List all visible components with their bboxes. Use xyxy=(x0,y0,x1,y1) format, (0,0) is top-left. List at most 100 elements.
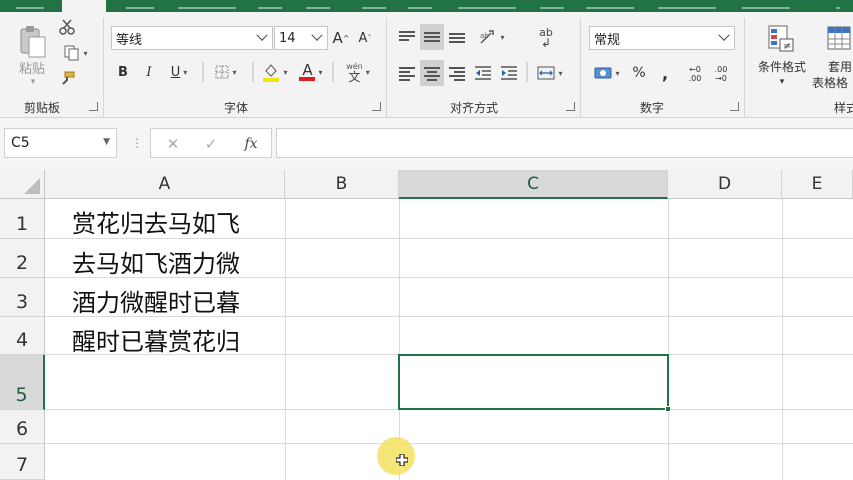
formula-input[interactable] xyxy=(276,128,853,158)
paste-dropdown-icon[interactable]: ▾ xyxy=(18,76,48,88)
percent-style-button[interactable]: % xyxy=(628,62,650,84)
lightbulb-icon[interactable] xyxy=(830,0,846,12)
tab-view[interactable] xyxy=(402,0,438,12)
chevron-down-icon[interactable]: ▼ xyxy=(103,137,110,147)
copy-icon[interactable]: ▾ xyxy=(58,44,94,62)
format-as-table-label-line2[interactable]: 表格格 xyxy=(812,74,853,90)
tab-page-layout[interactable] xyxy=(172,0,242,12)
number-dialog-launcher-icon[interactable] xyxy=(730,102,739,111)
underline-label: U xyxy=(170,64,181,80)
borders-button[interactable]: ▾ xyxy=(208,62,244,82)
ribbon: 粘贴 ▾ ▾ 剪贴板 等线 14 A ^ Aˇ B I U ▾ ▾ ▾ A ▾ … xyxy=(0,12,853,122)
row-header-5[interactable]: 5 xyxy=(0,355,45,410)
font-dialog-launcher-icon[interactable] xyxy=(372,102,381,111)
fill-handle[interactable] xyxy=(665,406,671,412)
column-header-d[interactable]: D xyxy=(668,170,782,199)
column-header-a[interactable]: A xyxy=(45,170,285,199)
font-size-value: 14 xyxy=(279,30,296,46)
row-header-4[interactable]: 4 xyxy=(0,317,45,355)
divider xyxy=(526,62,528,82)
row-header-2[interactable]: 2 xyxy=(0,239,45,278)
font-name-value: 等线 xyxy=(116,32,143,48)
tab-file[interactable] xyxy=(10,0,50,12)
italic-button[interactable]: I xyxy=(140,62,158,82)
cut-icon[interactable] xyxy=(58,18,76,36)
font-color-button[interactable]: A ▾ xyxy=(294,60,328,84)
column-header-e[interactable]: E xyxy=(782,170,853,199)
row-header-6[interactable]: 6 xyxy=(0,410,45,444)
row-header-3[interactable]: 3 xyxy=(0,278,45,317)
cell-a4[interactable]: 醒时已暮赏花归 xyxy=(72,322,240,357)
font-name-select[interactable]: 等线 xyxy=(111,26,273,50)
enter-icon[interactable]: ✓ xyxy=(199,133,223,155)
conditional-format-icon[interactable]: ≠ xyxy=(764,22,798,54)
number-format-select[interactable]: 常规 xyxy=(589,26,735,50)
tab-review[interactable] xyxy=(356,0,392,12)
cell-a3[interactable]: 酒力微醒时已暮 xyxy=(72,283,240,318)
align-middle-icon[interactable] xyxy=(420,24,444,50)
format-as-table-icon[interactable] xyxy=(822,22,853,54)
shrink-font-button[interactable]: Aˇ xyxy=(355,28,375,48)
tab-help[interactable] xyxy=(534,0,570,12)
borders-icon xyxy=(215,65,229,79)
font-color-swatch xyxy=(299,77,316,81)
clipboard-dialog-launcher-icon[interactable] xyxy=(89,102,98,111)
increase-decimal-button[interactable]: ←0.00 xyxy=(684,62,706,86)
comma-style-button[interactable]: , xyxy=(656,62,674,84)
cell-select-cursor-icon xyxy=(396,454,408,466)
decrease-indent-icon[interactable] xyxy=(472,62,494,84)
group-divider xyxy=(580,18,581,122)
tab-insert[interactable] xyxy=(120,0,160,12)
tab-team[interactable] xyxy=(652,0,722,12)
merge-center-button[interactable]: ▾ xyxy=(532,62,568,84)
decrease-decimal-button[interactable]: .00 →0 xyxy=(710,62,732,86)
chevron-down-icon[interactable] xyxy=(307,27,327,49)
tab-addin[interactable] xyxy=(580,0,640,12)
name-box[interactable]: C5 ▼ xyxy=(4,128,117,158)
wrap-text-button[interactable]: ab ↲ xyxy=(528,24,564,52)
bold-button[interactable]: B xyxy=(114,62,132,82)
underline-button[interactable]: U ▾ xyxy=(164,62,194,82)
cell-a1[interactable]: 赏花归去马如飞 xyxy=(72,204,240,239)
cancel-icon[interactable]: ✕ xyxy=(161,133,185,155)
formula-bar-grip-icon[interactable]: ⋮ xyxy=(131,136,143,150)
tab-data[interactable] xyxy=(300,0,336,12)
font-size-select[interactable]: 14 xyxy=(274,26,328,50)
fill-color-button[interactable]: ▾ xyxy=(258,60,292,84)
column-header-c[interactable]: C xyxy=(399,170,668,199)
paste-icon[interactable] xyxy=(14,22,50,62)
group-divider xyxy=(386,18,387,122)
decrease-decimal-label: .00 xyxy=(714,65,728,74)
styles-group-label: 样式 xyxy=(834,101,853,115)
row-header-1[interactable]: 1 xyxy=(0,199,45,239)
format-painter-icon[interactable] xyxy=(58,70,76,88)
align-center-icon[interactable] xyxy=(420,60,444,86)
column-header-b[interactable]: B xyxy=(285,170,399,199)
tab-search[interactable] xyxy=(736,0,796,12)
insert-function-icon[interactable]: fx xyxy=(237,133,265,155)
conditional-format-label[interactable]: 条件格式 xyxy=(752,58,812,74)
conditional-format-dropdown-icon[interactable]: ▾ xyxy=(772,76,792,88)
cell-a2[interactable]: 去马如飞酒力微 xyxy=(72,244,240,279)
chevron-down-icon[interactable] xyxy=(714,27,734,49)
align-bottom-icon[interactable] xyxy=(446,26,468,48)
orientation-icon[interactable]: ab ▾ xyxy=(476,26,508,48)
tab-formulas[interactable] xyxy=(252,0,288,12)
alignment-dialog-launcher-icon[interactable] xyxy=(566,102,575,111)
tab-developer[interactable] xyxy=(452,0,522,12)
align-right-icon[interactable] xyxy=(446,62,468,84)
increase-indent-icon[interactable] xyxy=(498,62,520,84)
paste-label[interactable]: 粘贴 xyxy=(12,58,52,77)
phonetic-button[interactable]: wén 文 ▾ xyxy=(340,60,376,84)
chevron-down-icon[interactable] xyxy=(252,27,272,49)
row-header-7[interactable]: 7 xyxy=(0,444,45,480)
grow-font-button[interactable]: A ^ xyxy=(331,28,351,48)
tab-home[interactable] xyxy=(62,0,106,12)
align-top-icon[interactable] xyxy=(396,26,418,48)
accounting-format-button[interactable]: ▾ xyxy=(590,62,624,84)
active-cell-c5[interactable] xyxy=(398,354,671,412)
ribbon-tab-bar xyxy=(0,0,853,12)
format-as-table-label-line1[interactable]: 套用 xyxy=(822,58,853,74)
select-all-button[interactable] xyxy=(0,170,45,199)
align-left-icon[interactable] xyxy=(396,62,418,84)
